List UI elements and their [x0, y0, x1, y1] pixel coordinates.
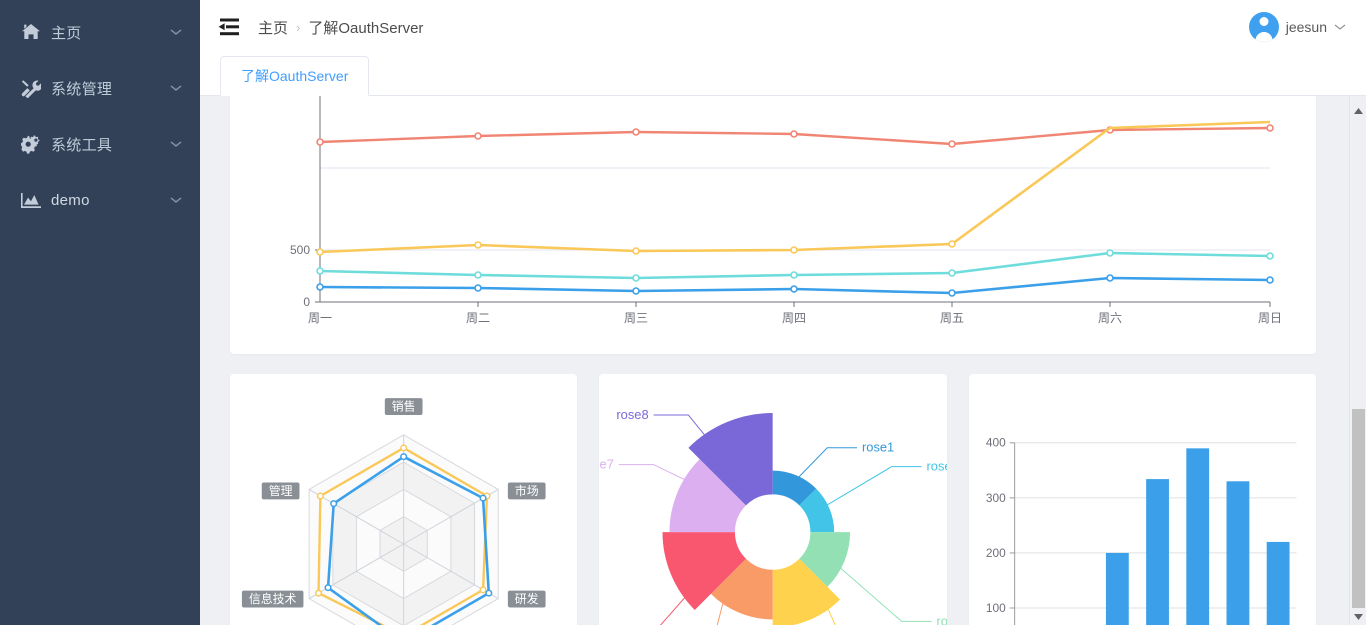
chevron-down-icon[interactable]: [170, 138, 182, 150]
breadcrumb-item-home[interactable]: 主页: [258, 17, 288, 38]
svg-text:rose2: rose2: [927, 459, 947, 474]
radar-indicator-label: 管理: [261, 482, 300, 500]
svg-text:信息技术: 信息技术: [249, 592, 297, 606]
line-chart-card: 0 500 周一 周二 周三 周四 周五 周六 周日: [230, 96, 1316, 354]
breadcrumb-item-current: 了解OauthServer: [308, 19, 424, 37]
user-name: jeesun: [1285, 19, 1327, 35]
radar-indicator-label: 信息技术: [241, 590, 304, 608]
svg-text:周三: 周三: [624, 311, 648, 325]
breadcrumb-separator: ›: [296, 19, 301, 35]
radar-chart[interactable]: 销售 市场 研发 客服: [230, 374, 577, 625]
rose-chart[interactable]: rose1 rose2 rose3 rose4 rose5 rose6 rose…: [599, 374, 947, 625]
tab-oauthserver[interactable]: 了解OauthServer: [220, 56, 370, 96]
radar-indicator-label: 研发: [507, 590, 546, 608]
svg-text:周一: 周一: [308, 311, 332, 325]
svg-text:500: 500: [290, 243, 310, 257]
svg-text:rose8: rose8: [617, 407, 649, 422]
bar-chart[interactable]: 0 100 200 300 400: [969, 374, 1316, 625]
chevron-down-icon[interactable]: [1334, 23, 1346, 31]
scroll-down-arrow[interactable]: [1350, 608, 1366, 625]
svg-text:rose3: rose3: [937, 613, 947, 625]
svg-text:rose1: rose1: [862, 440, 894, 455]
top-header: 主页 › 了解OauthServer jeesun: [200, 0, 1366, 54]
svg-text:周五: 周五: [940, 311, 964, 325]
collapse-sidebar-icon[interactable]: [214, 12, 244, 42]
breadcrumb: 主页 › 了解OauthServer: [258, 17, 423, 38]
radar-chart-card: 销售 市场 研发 客服: [230, 374, 578, 625]
bar-series: [1105, 448, 1290, 625]
svg-text:200: 200: [986, 546, 1006, 560]
svg-text:周四: 周四: [782, 311, 806, 325]
user-menu[interactable]: jeesun: [1248, 12, 1352, 42]
charts-row: 销售 市场 研发 客服: [230, 374, 1316, 625]
svg-text:周二: 周二: [466, 311, 490, 325]
svg-text:销售: 销售: [392, 400, 416, 414]
sidebar: 主页 系统管理 系统工具 demo: [0, 0, 200, 625]
svg-text:周日: 周日: [1258, 311, 1282, 325]
svg-text:300: 300: [986, 491, 1006, 505]
svg-text:管理: 管理: [269, 484, 293, 498]
rose-chart-card: rose1 rose2 rose3 rose4 rose5 rose6 rose…: [599, 374, 947, 625]
main-area: 主页 › 了解OauthServer jeesun 了解OauthServer: [200, 0, 1366, 625]
svg-text:400: 400: [986, 436, 1006, 450]
tab-bar: 了解OauthServer: [200, 54, 1366, 96]
content-scroll-region: 0 500 周一 周二 周三 周四 周五 周六 周日 销售 市场 研发 信息技术…: [200, 96, 1366, 625]
chevron-down-icon[interactable]: [170, 194, 182, 206]
sidebar-item-demo[interactable]: demo: [0, 172, 200, 228]
line-chart[interactable]: 0 500 周一 周二 周三 周四 周五 周六 周日: [230, 96, 1316, 354]
app-root: 主页 系统管理 系统工具 demo 主页 › 了解OauthServer jee…: [0, 0, 1366, 625]
svg-text:周六: 周六: [1098, 311, 1122, 325]
sidebar-item-system-tools[interactable]: 系统工具: [0, 116, 200, 172]
bar-chart-card: 0 100 200 300 400: [968, 374, 1316, 625]
svg-text:rose7: rose7: [599, 457, 614, 472]
sidebar-item-label: 系统工具: [51, 136, 113, 154]
sidebar-item-label: demo: [51, 191, 90, 209]
content-scrollbar[interactable]: [1349, 96, 1366, 625]
sidebar-item-system-management[interactable]: 系统管理: [0, 60, 200, 116]
svg-text:研发: 研发: [515, 592, 539, 606]
tab-label: 了解OauthServer: [241, 68, 349, 84]
chevron-down-icon[interactable]: [170, 82, 182, 94]
svg-text:市场: 市场: [515, 484, 539, 498]
user-avatar-icon: [1248, 12, 1279, 42]
sidebar-item-label: 系统管理: [51, 80, 113, 98]
sidebar-item-label: 主页: [51, 24, 82, 42]
tools-icon: [20, 78, 42, 98]
svg-text:100: 100: [986, 601, 1006, 615]
radar-indicator-label: 销售: [384, 398, 423, 415]
chart-icon: [20, 190, 42, 210]
svg-text:0: 0: [303, 295, 310, 309]
scroll-up-arrow[interactable]: [1350, 102, 1366, 119]
gears-icon: [20, 134, 42, 154]
sidebar-item-home[interactable]: 主页: [0, 4, 200, 60]
scrollbar-thumb[interactable]: [1352, 409, 1365, 608]
radar-indicator-label: 市场: [507, 482, 546, 500]
chevron-down-icon[interactable]: [170, 26, 182, 38]
home-icon: [20, 22, 42, 42]
